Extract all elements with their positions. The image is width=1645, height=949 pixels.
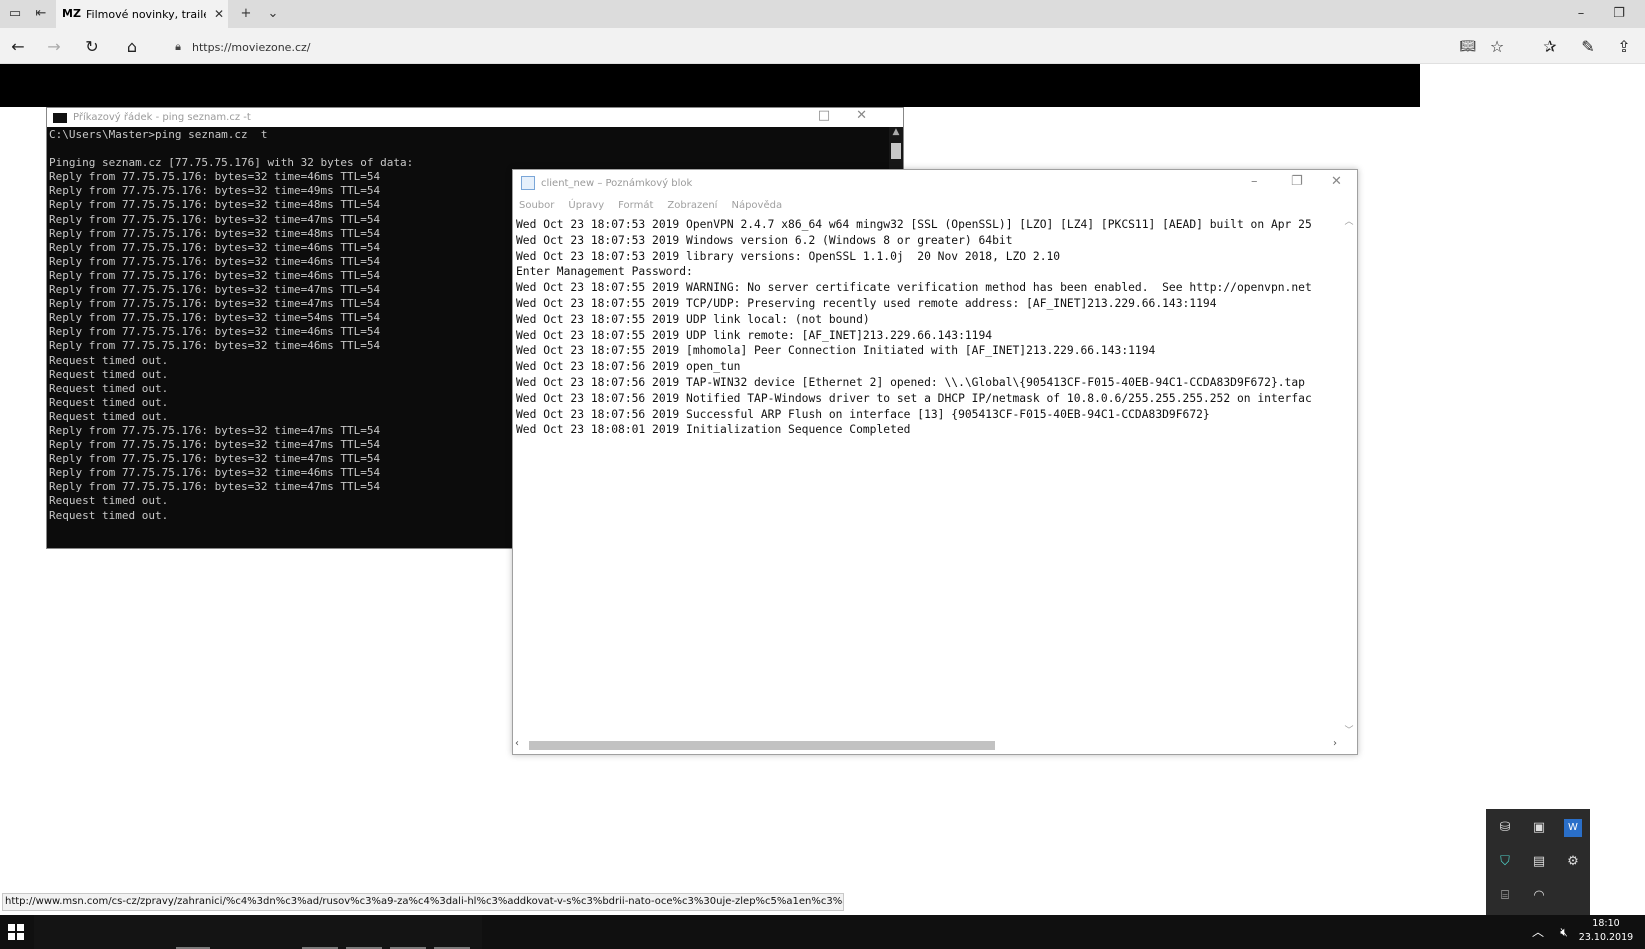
menu-upravy[interactable]: Úpravy: [568, 200, 604, 211]
scroll-left-icon[interactable]: ‹: [515, 738, 519, 749]
cmd-title-bar[interactable]: Příkazový řádek - ping seznam.cz -t □✕: [47, 108, 903, 127]
notepad-hscroll-thumb[interactable]: [529, 741, 995, 750]
menu-format[interactable]: Formát: [618, 200, 653, 211]
network-drive-icon[interactable]: ⛁: [1496, 819, 1514, 837]
share-icon[interactable]: ⇪: [1612, 36, 1636, 58]
menu-zobrazeni[interactable]: Zobrazení: [667, 200, 717, 211]
app-icon[interactable]: ▣: [1530, 819, 1548, 837]
word-icon[interactable]: W: [1564, 819, 1582, 837]
show-hidden-icons-chevron-icon[interactable]: ︿: [1530, 924, 1546, 940]
cmd-title: Příkazový řádek - ping seznam.cz -t: [73, 112, 251, 123]
notepad-close-icon[interactable]: ✕: [1331, 174, 1342, 189]
settings-icon[interactable]: ⚙: [1564, 853, 1582, 871]
minimize-window-icon[interactable]: –: [1570, 4, 1592, 24]
notepad-menu-bar: Soubor Úpravy Formát Zobrazení Nápověda: [513, 196, 1357, 214]
back-arrow-icon[interactable]: ←: [6, 36, 30, 58]
tab-actions-icon[interactable]: ▭: [4, 4, 26, 24]
text-line: Wed Oct 23 18:07:56 2019 Notified TAP-Wi…: [516, 391, 1312, 405]
notepad-title-bar[interactable]: client_new – Poznámkový blok – ❐ ✕: [513, 170, 1357, 196]
taskbar-apps[interactable]: [34, 915, 482, 949]
volume-muted-icon[interactable]: 🔇︎: [1556, 924, 1572, 940]
browser-tab[interactable]: MZ Filmové novinky, trailery ✕: [56, 0, 228, 28]
text-line: Enter Management Password:: [516, 265, 693, 279]
notepad-maximize-icon[interactable]: ❐: [1291, 174, 1303, 189]
wifi-icon[interactable]: ◠: [1530, 887, 1548, 905]
scroll-right-icon[interactable]: ›: [1333, 738, 1337, 749]
new-tab-icon[interactable]: +: [235, 4, 257, 24]
text-line: C:\Users\Master>ping seznam.cz t: [49, 128, 268, 141]
home-icon[interactable]: ⌂: [120, 36, 144, 58]
notepad-horizontal-scrollbar[interactable]: ‹ ›: [513, 736, 1341, 754]
text-line: Wed Oct 23 18:07:53 2019 library version…: [516, 249, 1061, 263]
clock-time: 18:10: [1592, 918, 1620, 929]
shield-icon[interactable]: ⛉: [1496, 853, 1514, 871]
forward-arrow-icon[interactable]: →: [42, 36, 66, 58]
refresh-icon[interactable]: ↻: [80, 36, 104, 58]
maximize-window-icon[interactable]: ❐: [1608, 4, 1630, 24]
notepad-vertical-scrollbar[interactable]: ︿ ﹀: [1341, 214, 1357, 736]
cmd-icon: [53, 112, 67, 123]
scroll-up-icon[interactable]: ▲: [889, 127, 903, 137]
usb-icon[interactable]: ⌸: [1496, 887, 1514, 905]
close-tab-icon[interactable]: ✕: [214, 7, 224, 21]
notepad-title: client_new – Poznámkový blok: [541, 177, 693, 189]
moviezone-favicon-icon: MZ: [62, 7, 81, 20]
taskbar-clock[interactable]: 18:10 23.10.2019: [1574, 917, 1638, 947]
display-icon[interactable]: ▤: [1530, 853, 1548, 871]
text-line: Wed Oct 23 18:08:01 2019 Initialization …: [516, 423, 911, 437]
link-status-bar: http://www.msn.com/cs-cz/zpravy/zahranic…: [2, 893, 844, 911]
clock-date: 23.10.2019: [1578, 932, 1634, 943]
scroll-up-icon[interactable]: ︿: [1341, 214, 1357, 227]
notepad-window[interactable]: client_new – Poznámkový blok – ❐ ✕ Soubo…: [512, 169, 1358, 755]
text-line: Wed Oct 23 18:07:53 2019 OpenVPN 2.4.7 x…: [516, 218, 1312, 231]
reading-view-icon[interactable]: 📖︎: [1456, 36, 1480, 58]
favorites-hub-icon[interactable]: ✰: [1538, 36, 1562, 58]
cmd-scroll-thumb[interactable]: [891, 143, 901, 159]
text-line: Wed Oct 23 18:07:55 2019 [mhomola] Peer …: [516, 344, 1156, 358]
cmd-window-controls[interactable]: □✕: [818, 108, 893, 123]
menu-soubor[interactable]: Soubor: [519, 200, 554, 211]
text-line: Wed Oct 23 18:07:55 2019 UDP link local:…: [516, 312, 870, 326]
notepad-text-area[interactable]: Wed Oct 23 18:07:53 2019 OpenVPN 2.4.7 x…: [515, 215, 1341, 735]
windows-start-icon[interactable]: [8, 924, 26, 940]
text-line: Wed Oct 23 18:07:55 2019 TCP/UDP: Preser…: [516, 296, 1217, 310]
text-line: Wed Oct 23 18:07:55 2019 WARNING: No ser…: [516, 281, 1312, 295]
back-tabs-icon[interactable]: ⇤: [30, 4, 52, 24]
text-line: Wed Oct 23 18:07:56 2019 open_tun: [516, 360, 741, 374]
lock-icon: 🔒︎: [175, 40, 181, 53]
tab-list-chevron-icon[interactable]: ⌄: [262, 4, 284, 24]
url-text: https://moviezone.cz/: [192, 40, 311, 54]
text-line: Wed Oct 23 18:07:55 2019 UDP link remote…: [516, 328, 993, 342]
notepad-minimize-icon[interactable]: –: [1251, 174, 1258, 189]
address-bar[interactable]: 🔒︎ https://moviezone.cz/: [170, 36, 1460, 58]
system-tray-flyout: ⛁ ▣ W ⛉ ▤ ⚙ ⌸ ◠: [1486, 809, 1590, 915]
tab-title: Filmové novinky, trailery: [86, 7, 206, 21]
notepad-icon: [521, 176, 535, 190]
page-header-banner: [0, 64, 1420, 107]
menu-napoveda[interactable]: Nápověda: [731, 200, 782, 211]
scroll-down-icon[interactable]: ﹀: [1341, 723, 1357, 736]
web-note-icon[interactable]: ✎: [1576, 36, 1600, 58]
text-line: Wed Oct 23 18:07:56 2019 TAP-WIN32 devic…: [516, 375, 1305, 389]
favorite-star-icon[interactable]: ☆: [1485, 36, 1509, 58]
text-line: Wed Oct 23 18:07:53 2019 Windows version…: [516, 233, 1013, 247]
text-line: [49, 142, 887, 156]
text-line: Wed Oct 23 18:07:56 2019 Successful ARP …: [516, 407, 1210, 421]
